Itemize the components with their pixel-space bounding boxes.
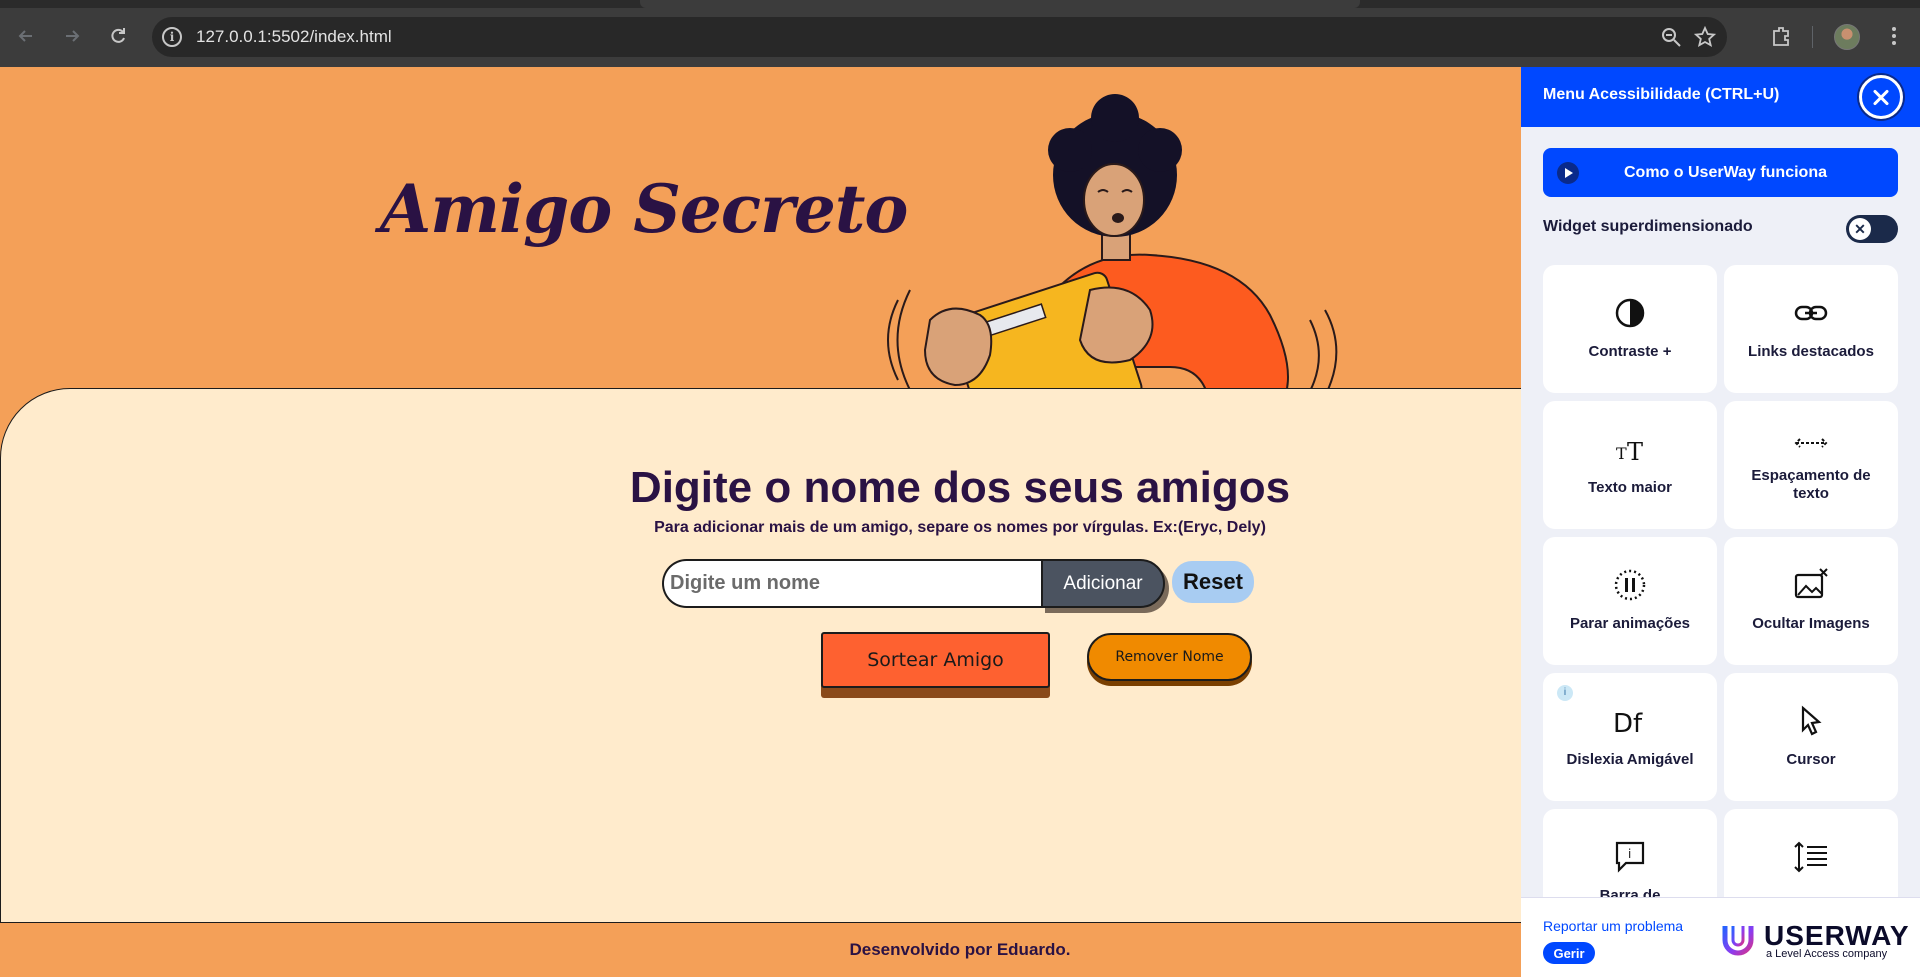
tile-label: Dislexia Amigável: [1566, 751, 1694, 768]
reset-button[interactable]: Reset: [1172, 561, 1254, 603]
tile-highlight-links[interactable]: Links destacados: [1724, 265, 1898, 393]
zoom-icon[interactable]: [1660, 26, 1682, 48]
tile-label: Contraste +: [1588, 343, 1672, 360]
svg-text:i: i: [1628, 847, 1631, 861]
manage-button[interactable]: Gerir: [1543, 942, 1595, 964]
address-bar[interactable]: i 127.0.0.1:5502/index.html: [152, 17, 1727, 57]
tile-hide-images[interactable]: Ocultar Imagens: [1724, 537, 1898, 665]
svg-text:Df: Df: [1613, 709, 1643, 739]
tooltip-icon: i: [1543, 839, 1717, 875]
oversize-widget-label: Widget superdimensionado: [1543, 218, 1753, 235]
link-icon: [1724, 295, 1898, 331]
cursor-icon: [1724, 703, 1898, 739]
active-tab[interactable]: [640, 0, 1360, 8]
extensions-icon[interactable]: [1770, 24, 1794, 48]
line-height-icon: [1724, 839, 1898, 875]
draw-friend-button[interactable]: Sortear Amigo: [821, 632, 1050, 688]
accessibility-header: Menu Acessibilidade (CTRL+U): [1521, 67, 1920, 127]
userway-mark-icon: [1722, 926, 1754, 956]
name-input[interactable]: [662, 559, 1042, 608]
accessibility-body: Como o UserWay funciona Widget superdime…: [1521, 127, 1920, 897]
reload-icon[interactable]: [104, 22, 132, 50]
add-button[interactable]: Adicionar: [1041, 559, 1165, 608]
close-icon[interactable]: [1859, 75, 1903, 119]
tile-label: Texto maior: [1588, 479, 1672, 496]
accessibility-title: Menu Acessibilidade (CTRL+U): [1543, 86, 1780, 103]
text-spacing-icon: [1724, 425, 1898, 461]
report-problem-link[interactable]: Reportar um problema: [1543, 918, 1683, 934]
svg-text:T: T: [1627, 438, 1643, 466]
userway-logo: USERWAY a Level Access company: [1720, 918, 1909, 960]
text-size-icon: TT: [1543, 431, 1717, 467]
forward-icon[interactable]: [58, 22, 86, 50]
browser-toolbar: i 127.0.0.1:5502/index.html: [0, 0, 1920, 67]
tile-dyslexia-friendly[interactable]: i Df Dislexia Amigável: [1543, 673, 1717, 801]
more-menu-icon[interactable]: [1882, 24, 1906, 48]
accessibility-footer: Reportar um problema Gerir USERWAY a Lev…: [1521, 897, 1920, 977]
url-text[interactable]: 127.0.0.1:5502/index.html: [196, 27, 392, 47]
tile-line-height[interactable]: [1724, 809, 1898, 897]
instructions-text: Para adicionar mais de um amigo, separe …: [654, 519, 1266, 536]
tile-text-spacing[interactable]: Espaçamento de texto: [1724, 401, 1898, 529]
remove-name-button[interactable]: Remover Nome: [1087, 633, 1252, 681]
name-input-group: Adicionar: [662, 559, 1165, 608]
toggle-off-icon: ✕: [1849, 218, 1871, 240]
tile-contrast[interactable]: Contraste +: [1543, 265, 1717, 393]
how-userway-works-button[interactable]: Como o UserWay funciona: [1543, 148, 1898, 197]
pause-animation-icon: [1543, 567, 1717, 603]
svg-text:T: T: [1616, 444, 1627, 463]
tile-label: Barra de: [1599, 887, 1661, 897]
section-title: Digite o nome dos seus amigos: [629, 463, 1291, 512]
how-userway-works-label: Como o UserWay funciona: [1624, 163, 1827, 181]
tile-label: Espaçamento de texto: [1751, 467, 1871, 502]
dyslexia-icon: Df: [1543, 703, 1717, 739]
accessibility-panel: Menu Acessibilidade (CTRL+U) Como o User…: [1521, 67, 1920, 977]
bookmark-star-icon[interactable]: [1693, 25, 1717, 48]
hide-images-icon: [1724, 567, 1898, 603]
info-badge-icon[interactable]: i: [1557, 685, 1573, 701]
toolbar-separator: [1812, 26, 1813, 48]
tile-bigger-text[interactable]: TT Texto maior: [1543, 401, 1717, 529]
contrast-icon: [1543, 295, 1717, 331]
tile-tooltip-bar[interactable]: i Barra de: [1543, 809, 1717, 897]
tile-label: Links destacados: [1748, 343, 1874, 360]
back-icon[interactable]: [12, 22, 40, 50]
profile-avatar[interactable]: [1834, 24, 1860, 50]
userway-tagline: a Level Access company: [1766, 948, 1888, 960]
tile-label: Cursor: [1786, 751, 1836, 768]
play-icon: [1557, 162, 1579, 184]
tile-label: Ocultar Imagens: [1752, 615, 1870, 632]
tile-stop-animations[interactable]: Parar animações: [1543, 537, 1717, 665]
site-info-icon[interactable]: i: [162, 27, 182, 47]
tile-label: Parar animações: [1569, 615, 1691, 632]
hero-title: Amigo Secreto: [380, 170, 908, 248]
tile-cursor[interactable]: Cursor: [1724, 673, 1898, 801]
oversize-widget-toggle[interactable]: ✕: [1846, 215, 1898, 243]
